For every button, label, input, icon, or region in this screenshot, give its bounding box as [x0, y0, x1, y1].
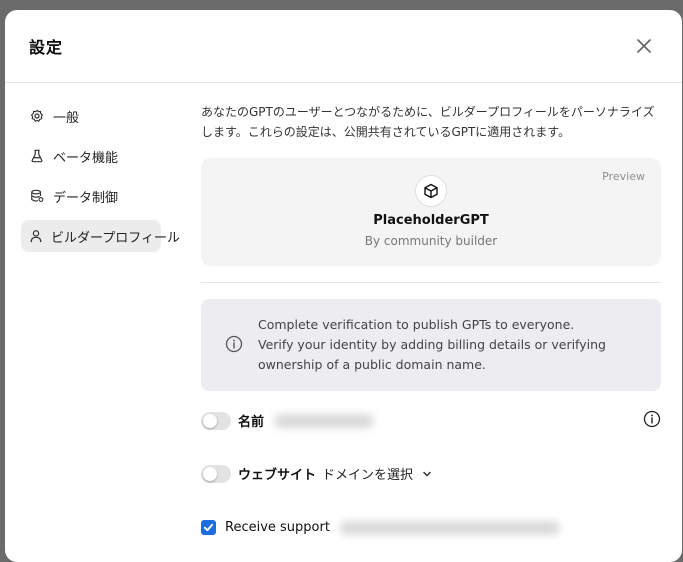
gpt-avatar [415, 175, 447, 207]
website-toggle[interactable] [201, 464, 231, 483]
receive-support-checkbox[interactable] [201, 520, 216, 535]
flask-icon [29, 148, 45, 164]
sidebar-item-builder-profile[interactable]: ビルダープロフィール [21, 220, 180, 252]
sidebar-item-label: ベータ機能 [53, 150, 119, 166]
sidebar-item-general[interactable]: 一般 [21, 100, 161, 132]
website-label: ウェブサイト [238, 468, 317, 483]
settings-dialog: 設定 一般 ベータ機能 データ制御 ビルダープロフィール あなたのGPTのユーザ… [5, 10, 682, 562]
dialog-header: 設定 [5, 10, 682, 83]
notice-line-2: Verify your identity by adding billing d… [258, 337, 606, 372]
receive-support-label: Receive support [225, 520, 330, 535]
close-button[interactable] [630, 32, 658, 60]
gear-icon [29, 108, 45, 124]
notice-text: Complete verification to publish GPTs to… [258, 315, 638, 375]
name-toggle[interactable] [201, 411, 231, 430]
support-row: Receive support [201, 520, 661, 535]
toggle-knob [203, 466, 217, 481]
settings-sidebar: 一般 ベータ機能 データ制御 ビルダープロフィール [21, 100, 180, 260]
sidebar-item-beta[interactable]: ベータ機能 [21, 140, 161, 172]
name-row: 名前 [201, 410, 661, 432]
sidebar-item-label: データ制御 [53, 190, 119, 206]
gpt-name: PlaceholderGPT [373, 213, 489, 228]
toggle-knob [203, 413, 217, 428]
domain-select-value: ドメインを選択 [322, 468, 414, 483]
cube-icon [424, 183, 438, 199]
sidebar-item-data-controls[interactable]: データ制御 [21, 180, 161, 212]
preview-label: Preview [602, 170, 645, 183]
name-info-button[interactable] [643, 410, 661, 432]
divider [201, 282, 661, 283]
dialog-title: 設定 [29, 38, 64, 57]
checkmark-icon [203, 523, 214, 532]
gpt-by-line: By community builder [364, 234, 498, 248]
support-email-redacted [339, 520, 560, 535]
user-icon [29, 228, 43, 244]
close-icon [637, 39, 651, 53]
builder-profile-description: あなたのGPTのユーザーとつながるために、ビルダープロフィールをパーソナライズし… [201, 105, 655, 139]
info-icon [643, 410, 661, 427]
name-label: 名前 [238, 415, 265, 430]
chevron-down-icon [423, 471, 431, 476]
builder-profile-panel: あなたのGPTのユーザーとつながるために、ビルダープロフィールをパーソナライズし… [201, 102, 661, 535]
name-value-redacted [274, 413, 375, 428]
sidebar-item-label: ビルダープロフィール [51, 230, 180, 246]
verification-notice: Complete verification to publish GPTs to… [201, 299, 661, 391]
database-icon [29, 188, 45, 204]
info-icon [225, 335, 243, 357]
sidebar-item-label: 一般 [53, 110, 80, 126]
notice-line-1: Complete verification to publish GPTs to… [258, 317, 575, 332]
website-row: ウェブサイト ドメインを選択 [201, 464, 661, 483]
gpt-preview-card: Preview PlaceholderGPT By community buil… [201, 158, 661, 266]
domain-select[interactable]: ドメインを選択 [322, 464, 433, 483]
